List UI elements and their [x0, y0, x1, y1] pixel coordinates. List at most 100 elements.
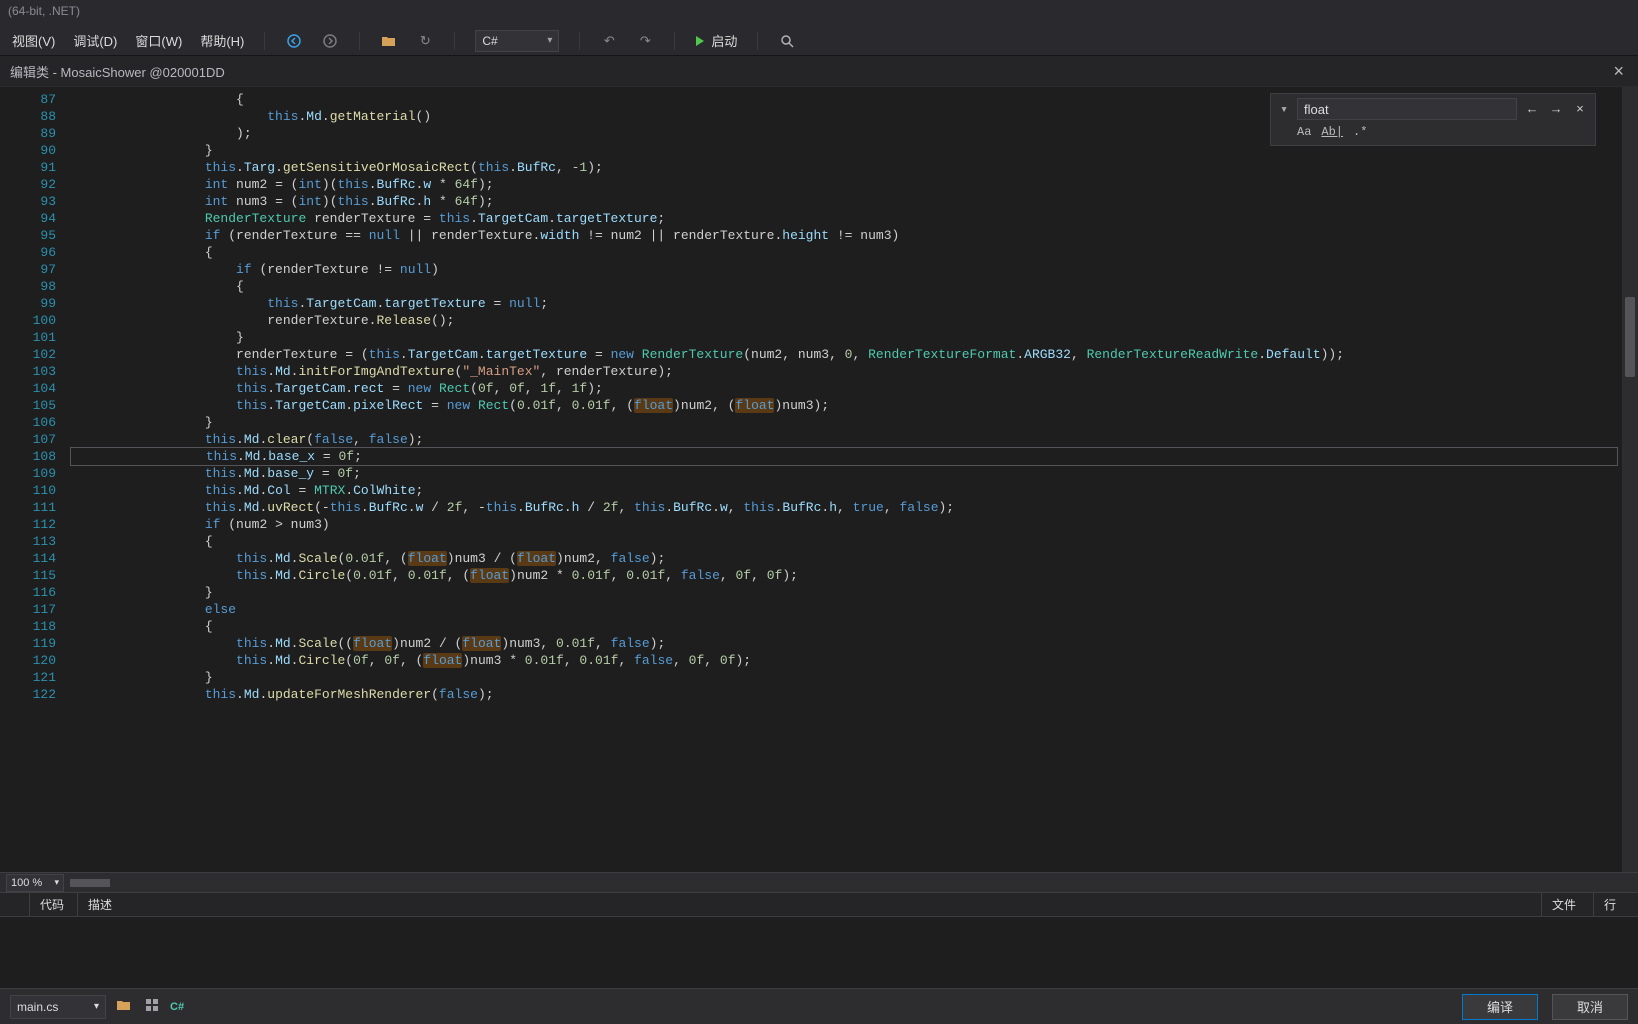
code-line[interactable]: renderTexture.Release(); [70, 312, 1622, 329]
error-list-file-col[interactable]: 文件 [1542, 893, 1594, 916]
start-button[interactable]: 启动 [695, 31, 737, 50]
code-line[interactable]: { [70, 244, 1622, 261]
find-whole-word-toggle[interactable]: Ab| [1321, 124, 1343, 141]
line-number: 111 [0, 499, 70, 516]
code-line[interactable]: this.Md.uvRect(-this.BufRc.w / 2f, -this… [70, 499, 1622, 516]
error-list-code-col[interactable]: 代码 [30, 893, 78, 916]
code-editor: 8788899091929394959697989910010110210310… [0, 86, 1638, 872]
error-list-line-col[interactable]: 行 [1594, 893, 1638, 916]
horizontal-scrollbar[interactable] [70, 877, 1632, 889]
line-number: 100 [0, 312, 70, 329]
code-line[interactable]: if (renderTexture == null || renderTextu… [70, 227, 1622, 244]
chevron-down-icon: ▾ [94, 1001, 99, 1012]
code-line[interactable]: this.Md.Scale(0.01f, (float)num3 / (floa… [70, 550, 1622, 567]
nav-back-icon[interactable] [285, 32, 303, 50]
code-line[interactable]: } [70, 669, 1622, 686]
open-folder-icon[interactable] [380, 32, 398, 50]
error-list-header: 代码 描述 文件 行 [0, 892, 1638, 916]
line-number: 104 [0, 380, 70, 397]
find-regex-toggle[interactable]: .* [1353, 124, 1367, 141]
find-match-case-toggle[interactable]: Aa [1297, 124, 1311, 141]
line-number: 113 [0, 533, 70, 550]
find-prev-button[interactable]: ← [1523, 100, 1541, 118]
code-line[interactable]: this.Targ.getSensitiveOrMosaicRect(this.… [70, 159, 1622, 176]
code-line[interactable]: this.Md.base_y = 0f; [70, 465, 1622, 482]
line-number: 88 [0, 108, 70, 125]
redo-icon[interactable]: ↷ [636, 32, 654, 50]
code-line[interactable]: this.TargetCam.targetTexture = null; [70, 295, 1622, 312]
code-line[interactable]: this.TargetCam.pixelRect = new Rect(0.01… [70, 397, 1622, 414]
code-line[interactable]: this.Md.Circle(0f, 0f, (float)num3 * 0.0… [70, 652, 1622, 669]
code-line[interactable]: this.Md.base_x = 0f; [70, 447, 1618, 466]
code-line[interactable]: this.Md.Circle(0.01f, 0.01f, (float)num2… [70, 567, 1622, 584]
menu-window[interactable]: 窗口(W) [135, 31, 182, 50]
error-list-desc-col[interactable]: 描述 [78, 893, 1542, 916]
file-combo[interactable]: main.cs ▾ [10, 995, 106, 1019]
code-line[interactable]: this.Md.Col = MTRX.ColWhite; [70, 482, 1622, 499]
code-line[interactable]: if (num2 > num3) [70, 516, 1622, 533]
chevron-down-icon: ▾ [54, 877, 59, 888]
code-line[interactable]: else [70, 601, 1622, 618]
line-number: 115 [0, 567, 70, 584]
subwindow-title-bar: 编辑类 - MosaicShower @020001DD × [0, 56, 1638, 86]
zoom-combo[interactable]: 100 % ▾ [6, 874, 64, 892]
find-input[interactable] [1297, 98, 1517, 120]
language-combo[interactable]: C# ▾ [475, 30, 559, 52]
line-number: 87 [0, 91, 70, 108]
code-line[interactable]: this.Md.Scale((float)num2 / (float)num3,… [70, 635, 1622, 652]
vertical-scrollbar[interactable] [1622, 87, 1638, 872]
error-list-icon-col[interactable] [0, 893, 30, 916]
line-number: 110 [0, 482, 70, 499]
file-combo-label: main.cs [17, 1000, 58, 1014]
line-number: 95 [0, 227, 70, 244]
find-close-button[interactable]: × [1571, 100, 1589, 118]
cancel-button[interactable]: 取消 [1552, 994, 1628, 1020]
code-line[interactable]: renderTexture = (this.TargetCam.targetTe… [70, 346, 1622, 363]
find-expand-toggle[interactable]: ▾ [1277, 101, 1291, 118]
bottom-toolbar: main.cs ▾ C# 编译 取消 [0, 988, 1638, 1024]
code-line[interactable]: } [70, 584, 1622, 601]
language-combo-label: C# [482, 34, 497, 48]
code-line[interactable]: this.Md.clear(false, false); [70, 431, 1622, 448]
csharp-tag-icon: C# [170, 1001, 184, 1013]
code-line[interactable]: this.Md.initForImgAndTexture("_MainTex",… [70, 363, 1622, 380]
code-area[interactable]: ▾ ← → × Aa Ab| .* { this.Md.getMaterial(… [70, 87, 1622, 872]
compile-button[interactable]: 编译 [1462, 994, 1538, 1020]
menu-bar: 视图(V) 调试(D) 窗口(W) 帮助(H) ↻ C# ▾ ↶ ↷ 启动 [0, 26, 1638, 56]
code-line[interactable]: { [70, 278, 1622, 295]
undo-icon[interactable]: ↶ [600, 32, 618, 50]
code-line[interactable]: } [70, 414, 1622, 431]
grid-icon[interactable] [142, 999, 162, 1014]
line-number: 108 [0, 448, 70, 465]
nav-forward-icon[interactable] [321, 32, 339, 50]
code-line[interactable]: { [70, 618, 1622, 635]
line-number: 116 [0, 584, 70, 601]
code-line[interactable]: { [70, 533, 1622, 550]
subwindow-close-button[interactable]: × [1609, 61, 1628, 82]
horizontal-scrollbar-thumb[interactable] [70, 879, 110, 887]
line-number: 106 [0, 414, 70, 431]
open-file-icon[interactable] [114, 999, 134, 1014]
menu-debug[interactable]: 调试(D) [73, 31, 117, 50]
code-line[interactable]: if (renderTexture != null) [70, 261, 1622, 278]
search-icon[interactable] [778, 32, 796, 50]
find-next-button[interactable]: → [1547, 100, 1565, 118]
line-number: 93 [0, 193, 70, 210]
vertical-scrollbar-thumb[interactable] [1625, 297, 1635, 377]
start-button-label: 启动 [711, 31, 737, 50]
code-line[interactable]: int num2 = (int)(this.BufRc.w * 64f); [70, 176, 1622, 193]
code-line[interactable]: int num3 = (int)(this.BufRc.h * 64f); [70, 193, 1622, 210]
subwindow-title: 编辑类 - MosaicShower @020001DD [10, 62, 225, 81]
app-title-fragment: (64-bit, .NET) [0, 0, 1638, 26]
code-line[interactable]: this.Md.updateForMeshRenderer(false); [70, 686, 1622, 703]
code-line[interactable]: this.TargetCam.rect = new Rect(0f, 0f, 1… [70, 380, 1622, 397]
reload-icon[interactable]: ↻ [416, 32, 434, 50]
line-number: 101 [0, 329, 70, 346]
code-line[interactable]: RenderTexture renderTexture = this.Targe… [70, 210, 1622, 227]
error-list-body [0, 916, 1638, 988]
line-number: 92 [0, 176, 70, 193]
line-number: 114 [0, 550, 70, 567]
code-line[interactable]: } [70, 329, 1622, 346]
menu-help[interactable]: 帮助(H) [200, 31, 244, 50]
menu-view[interactable]: 视图(V) [12, 31, 55, 50]
